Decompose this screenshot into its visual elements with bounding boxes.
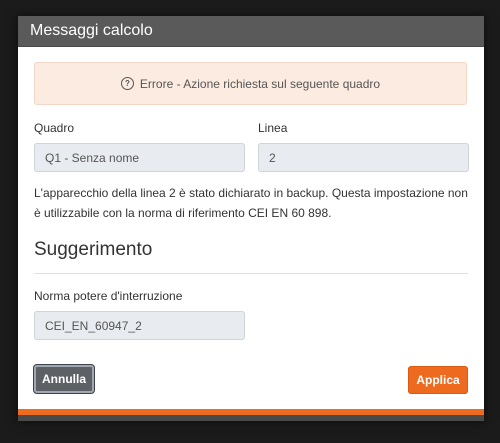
question-circle-icon: ? <box>120 77 134 90</box>
section-divider <box>34 273 468 274</box>
linea-label: Linea <box>258 121 288 135</box>
breaking-capacity-field[interactable]: CEI_EN_60947_2 <box>34 311 245 340</box>
error-message: L'apparecchio della linea 2 è stato dich… <box>34 186 468 220</box>
calculation-messages-dialog: Messaggi calcolo ? Errore - Azione richi… <box>18 16 484 421</box>
quadro-label: Quadro <box>34 121 75 135</box>
alert-text: Errore - Azione richiesta sul seguente q… <box>139 76 381 91</box>
error-alert: ? Errore - Azione richiesta sul seguente… <box>34 62 467 105</box>
cancel-button[interactable]: Annulla <box>34 365 94 393</box>
breaking-capacity-label: Norma potere d'interruzione <box>34 289 183 303</box>
apply-button[interactable]: Applica <box>408 366 468 394</box>
quadro-field[interactable]: Q1 - Senza nome <box>34 143 245 172</box>
suggestion-title: Suggerimento <box>34 239 153 260</box>
linea-field[interactable]: 2 <box>258 143 469 172</box>
dialog-title: Messaggi calcolo <box>30 22 153 39</box>
dialog-header: Messaggi calcolo <box>18 16 484 47</box>
footer-bottom-bar <box>18 415 484 421</box>
